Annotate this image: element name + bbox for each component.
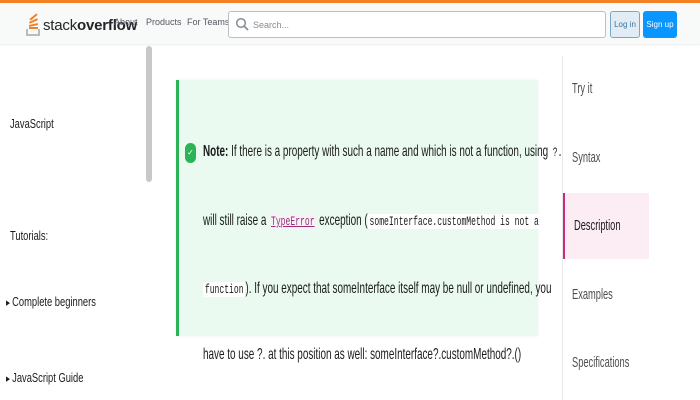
note-line-4: have to use ?. at this position as well:…	[203, 346, 522, 363]
note-line-3: function). If you expect that someInterf…	[203, 280, 552, 297]
nav-products[interactable]: Products	[146, 17, 182, 27]
note-label: Note:	[203, 143, 229, 160]
stack-logo-icon	[26, 13, 40, 36]
sidebar-tutorials-heading: Tutorials:	[10, 228, 49, 243]
sidebar-scrollbar[interactable]	[146, 46, 152, 182]
search-input[interactable]	[253, 14, 593, 35]
signup-button[interactable]: Sign up	[643, 11, 677, 38]
sidebar-item-javascript-guide[interactable]: ▸ JavaScript Guide	[6, 370, 83, 385]
check-icon: ✓	[185, 143, 196, 163]
toc-item-examples[interactable]: Examples	[563, 262, 649, 328]
nav-about[interactable]: About	[114, 17, 138, 27]
note-line-2: will still raise a TypeError exception (…	[203, 212, 541, 229]
table-of-contents: Try it Syntax Description Examples Speci…	[562, 56, 700, 400]
sidebar-item-label: JavaScript Guide	[12, 370, 84, 385]
search-icon	[235, 17, 249, 31]
note-line-1: Note: If there is a property with such a…	[203, 143, 565, 160]
typeerror-link[interactable]: TypeError	[269, 214, 317, 229]
left-sidebar: JavaScript Tutorials: ▸ Complete beginner…	[0, 44, 160, 400]
sidebar-item-label: Complete beginners	[12, 294, 96, 309]
caret-right-icon: ▸	[6, 297, 10, 309]
toc-item-specifications[interactable]: Specifications	[563, 330, 649, 396]
sidebar-section-title[interactable]: JavaScript	[10, 116, 54, 131]
login-button[interactable]: Log in	[610, 11, 640, 38]
inline-code: function	[203, 282, 246, 297]
search-box[interactable]	[228, 11, 606, 38]
sidebar-item-complete-beginners[interactable]: ▸ Complete beginners	[6, 294, 96, 309]
toc-item-description[interactable]: Description	[563, 193, 649, 259]
caret-right-icon: ▸	[6, 373, 10, 385]
toc-item-syntax[interactable]: Syntax	[563, 125, 649, 191]
toc-item-try-it[interactable]: Try it	[563, 56, 649, 122]
nav-for-teams[interactable]: For Teams	[187, 17, 229, 27]
inline-code: someInterface.customMethod is not a	[367, 214, 541, 229]
top-bar: stackoverflow About Products For Teams L…	[0, 0, 700, 44]
